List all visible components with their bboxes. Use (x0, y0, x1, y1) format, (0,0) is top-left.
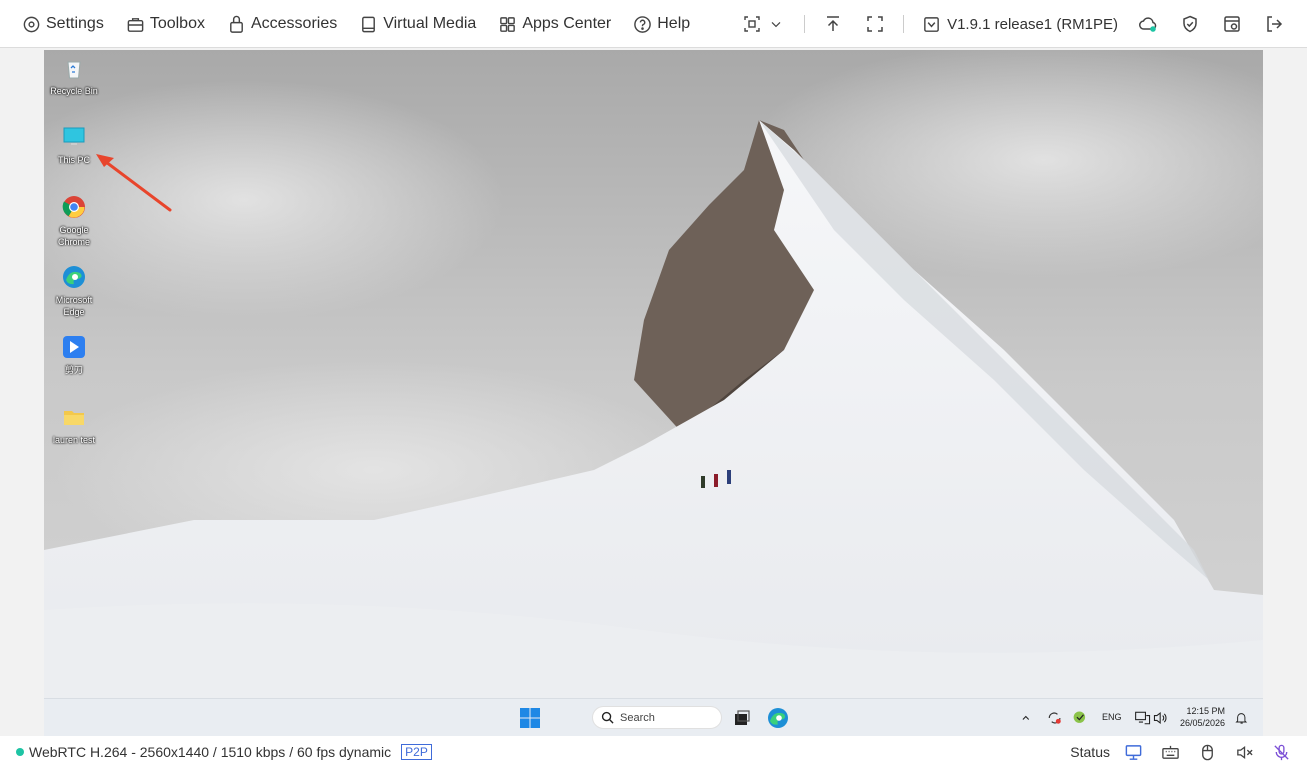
stream-info-text: WebRTC H.264 - 2560x1440 / 1510 kbps / 6… (29, 744, 392, 760)
volume-icon[interactable] (1152, 707, 1170, 729)
tray-app-icon[interactable] (1072, 707, 1090, 729)
microphone-muted-icon[interactable] (1272, 743, 1291, 762)
windows-start-icon[interactable] (519, 707, 541, 729)
notification-bell-icon[interactable] (1234, 707, 1250, 729)
capture-icon (744, 16, 760, 32)
version-label: V1.9.1 release1 (RM1PE) (947, 15, 1118, 33)
network-icon[interactable] (1134, 707, 1152, 729)
desktop-icon-label: Recycle Bin (50, 86, 98, 96)
clock-date: 26/05/2026 (1180, 718, 1226, 728)
capture-mode-dropdown[interactable] (742, 14, 784, 34)
edge-icon (63, 266, 85, 288)
desktop-icon-microsoft-edge[interactable]: Microsoft Edge (44, 265, 104, 318)
desktop-icon-label: Microsoft Edge (55, 295, 93, 317)
task-view-icon[interactable] (731, 707, 753, 729)
apps-center-icon (500, 16, 516, 32)
stream-info: WebRTC H.264 - 2560x1440 / 1510 kbps / 6… (16, 736, 432, 768)
help-icon (634, 15, 652, 33)
accessories-menu[interactable]: Accessories (227, 15, 337, 34)
upload-button[interactable] (823, 14, 843, 34)
taskbar-search-box[interactable]: Search (592, 706, 722, 729)
exit-button[interactable] (1264, 14, 1284, 34)
desktop-icon-label: Google Chrome (57, 225, 90, 247)
desktop-icon-recycle-bin[interactable]: Recycle Bin (44, 56, 104, 97)
toolbox-label: Toolbox (149, 15, 205, 32)
logout-icon (1267, 16, 1283, 32)
session-icon (1224, 16, 1240, 32)
settings-label: Settings (46, 15, 104, 32)
status-bar: WebRTC H.264 - 2560x1440 / 1510 kbps / 6… (0, 736, 1307, 768)
shortcut-app-icon (63, 336, 85, 358)
toolbar-right: V1.9.1 release1 (RM1PE) (742, 0, 1307, 48)
monitor-status-icon[interactable] (1124, 743, 1143, 762)
version-icon (924, 16, 939, 32)
toolbox-icon (127, 17, 144, 32)
recycle-bin-icon (67, 61, 81, 79)
language-indicator[interactable]: ENG (1102, 712, 1122, 722)
virtual-media-icon (362, 16, 376, 32)
remote-taskbar: Search ENG 12:15 PM 26/05/2026 (44, 698, 1263, 736)
settings-menu[interactable]: Settings (22, 15, 104, 34)
mouse-icon[interactable] (1198, 743, 1217, 762)
clock-time: 12:15 PM (1186, 706, 1226, 716)
chrome-icon (62, 196, 85, 218)
fullscreen-icon (867, 16, 883, 32)
status-label: Status (1070, 744, 1110, 760)
help-label: Help (657, 15, 691, 32)
toolbar-divider (804, 15, 806, 33)
tray-sync-icon[interactable] (1046, 707, 1064, 729)
accessories-label: Accessories (250, 15, 338, 32)
desktop-icon-label: lauren test (52, 435, 96, 445)
top-toolbar: Settings Toolbox Accessories Virtual Med… (0, 0, 1307, 48)
desktop-icon-lauren-test[interactable]: lauren test (44, 405, 104, 446)
keyboard-icon[interactable] (1161, 743, 1180, 762)
wallpaper (44, 50, 1263, 698)
desktop-icon-label: 剪刀 (64, 365, 83, 375)
chevron-down-icon (771, 21, 781, 28)
p2p-badge: P2P (401, 744, 432, 760)
fullscreen-button[interactable] (865, 14, 885, 34)
virtual-media-menu[interactable]: Virtual Media (359, 15, 476, 34)
toolbar-divider (903, 15, 905, 33)
session-button[interactable] (1222, 14, 1242, 34)
main-menu: Settings Toolbox Accessories Virtual Med… (0, 0, 712, 48)
monitor-icon (63, 127, 85, 145)
cloud-status-icon (1139, 17, 1157, 32)
folder-icon (64, 411, 84, 425)
search-icon (601, 711, 614, 724)
settings-icon (23, 16, 40, 32)
speaker-muted-icon[interactable] (1235, 743, 1254, 762)
accessories-icon (230, 15, 243, 33)
search-placeholder: Search (620, 711, 655, 724)
help-menu[interactable]: Help (633, 15, 690, 34)
remote-desktop-view[interactable]: Recycle Bin This PC Google Chrome Micros… (44, 50, 1263, 698)
desktop-icon-jiandao[interactable]: 剪刀 (44, 335, 104, 376)
apps-center-menu[interactable]: Apps Center (498, 15, 611, 34)
cloud-button[interactable] (1138, 14, 1158, 34)
apps-center-label: Apps Center (522, 15, 612, 32)
status-controls: Status (1070, 736, 1291, 768)
security-button[interactable] (1180, 14, 1200, 34)
virtual-media-label: Virtual Media (383, 15, 477, 32)
taskbar-clock[interactable]: 12:15 PM 26/05/2026 (1180, 705, 1225, 729)
annotation-arrow (96, 154, 172, 212)
shield-check-icon (1183, 15, 1197, 33)
connection-status-dot (16, 748, 24, 756)
version-button[interactable]: V1.9.1 release1 (RM1PE) (922, 15, 1118, 34)
toolbox-menu[interactable]: Toolbox (126, 15, 205, 34)
edge-taskbar-icon[interactable] (767, 707, 789, 729)
upload-icon (827, 16, 840, 31)
chevron-up-icon[interactable] (1020, 707, 1036, 729)
